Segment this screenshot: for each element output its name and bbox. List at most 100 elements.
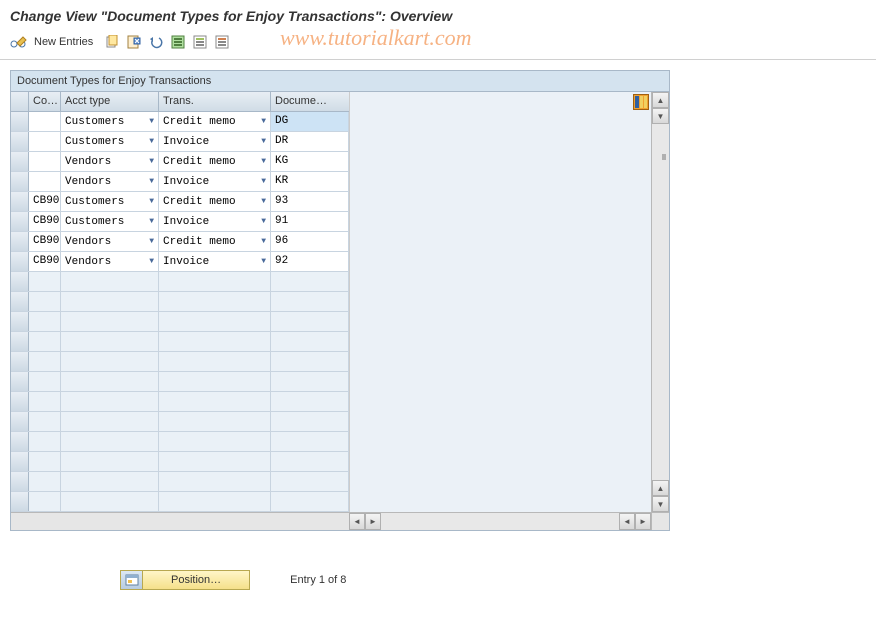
row-selector[interactable]: [11, 172, 29, 191]
table-row-empty[interactable]: [11, 432, 349, 452]
row-selector[interactable]: [11, 132, 29, 151]
table-row-empty[interactable]: [11, 332, 349, 352]
scroll-up-bottom-icon[interactable]: ▲: [652, 480, 669, 496]
cell-trans[interactable]: [159, 352, 271, 371]
cell-trans[interactable]: [159, 472, 271, 491]
table-row-empty[interactable]: [11, 452, 349, 472]
cell-document[interactable]: [271, 332, 349, 351]
cell-trans[interactable]: Invoice▼: [159, 172, 271, 191]
cell-acct-type[interactable]: [61, 452, 159, 471]
position-button[interactable]: Position…: [120, 570, 250, 590]
cell-document[interactable]: [271, 272, 349, 291]
row-selector[interactable]: [11, 452, 29, 471]
scroll-up-icon[interactable]: ▲: [652, 92, 669, 108]
cell-trans[interactable]: [159, 432, 271, 451]
column-header-trans[interactable]: Trans.: [159, 92, 271, 111]
cell-document[interactable]: KR: [271, 172, 349, 191]
cell-acct-type[interactable]: [61, 392, 159, 411]
table-row[interactable]: Vendors▼Credit memo▼KG: [11, 152, 349, 172]
cell-acct-type[interactable]: Customers▼: [61, 212, 159, 231]
cell-document[interactable]: [271, 452, 349, 471]
cell-trans[interactable]: [159, 272, 271, 291]
cell-co[interactable]: [29, 112, 61, 131]
row-selector[interactable]: [11, 152, 29, 171]
undo-icon[interactable]: [147, 33, 165, 51]
table-row-empty[interactable]: [11, 272, 349, 292]
cell-co[interactable]: [29, 172, 61, 191]
cell-co[interactable]: [29, 292, 61, 311]
cell-document[interactable]: [271, 372, 349, 391]
row-selector[interactable]: [11, 292, 29, 311]
cell-co[interactable]: [29, 272, 61, 291]
cell-co[interactable]: CB90: [29, 252, 61, 271]
cell-co[interactable]: [29, 432, 61, 451]
cell-acct-type[interactable]: [61, 432, 159, 451]
cell-acct-type[interactable]: Customers▼: [61, 192, 159, 211]
table-row[interactable]: CB90Vendors▼Invoice▼92: [11, 252, 349, 272]
cell-acct-type[interactable]: [61, 332, 159, 351]
cell-co[interactable]: [29, 152, 61, 171]
cell-co[interactable]: CB90: [29, 192, 61, 211]
table-row-empty[interactable]: [11, 472, 349, 492]
column-header-document[interactable]: Docume…: [271, 92, 349, 111]
cell-trans[interactable]: Invoice▼: [159, 132, 271, 151]
scroll-right-small-icon[interactable]: ►: [365, 513, 381, 530]
new-entries-button[interactable]: New Entries: [32, 36, 99, 48]
cell-trans[interactable]: Invoice▼: [159, 252, 271, 271]
cell-acct-type[interactable]: Vendors▼: [61, 232, 159, 251]
cell-acct-type[interactable]: Vendors▼: [61, 152, 159, 171]
scroll-right-icon[interactable]: ►: [635, 513, 651, 530]
row-selector[interactable]: [11, 252, 29, 271]
cell-document[interactable]: [271, 472, 349, 491]
copy-icon[interactable]: [103, 33, 121, 51]
cell-trans[interactable]: Credit memo▼: [159, 152, 271, 171]
row-selector[interactable]: [11, 312, 29, 331]
table-row-empty[interactable]: [11, 392, 349, 412]
horizontal-scrollbar[interactable]: ◄ ► ◄ ►: [11, 512, 669, 530]
cell-co[interactable]: [29, 452, 61, 471]
configure-columns-icon[interactable]: [633, 94, 649, 110]
cell-document[interactable]: [271, 432, 349, 451]
cell-co[interactable]: [29, 132, 61, 151]
table-row[interactable]: CB90Customers▼Credit memo▼93: [11, 192, 349, 212]
table-row-empty[interactable]: [11, 492, 349, 512]
cell-co[interactable]: [29, 352, 61, 371]
scrollbar-track[interactable]: [652, 124, 669, 480]
cell-co[interactable]: CB90: [29, 212, 61, 231]
cell-document[interactable]: [271, 492, 349, 511]
cell-trans[interactable]: Credit memo▼: [159, 192, 271, 211]
scroll-left-end-icon[interactable]: ◄: [619, 513, 635, 530]
cell-acct-type[interactable]: [61, 412, 159, 431]
cell-acct-type[interactable]: [61, 352, 159, 371]
cell-trans[interactable]: [159, 412, 271, 431]
hscroll-track[interactable]: [381, 513, 619, 530]
row-selector[interactable]: [11, 212, 29, 231]
cell-document[interactable]: DG: [271, 112, 349, 131]
cell-co[interactable]: [29, 472, 61, 491]
glasses-pencil-icon[interactable]: [10, 33, 28, 51]
row-selector[interactable]: [11, 332, 29, 351]
table-row-empty[interactable]: [11, 372, 349, 392]
column-selector[interactable]: [11, 92, 29, 111]
cell-acct-type[interactable]: [61, 372, 159, 391]
cell-acct-type[interactable]: Customers▼: [61, 112, 159, 131]
cell-trans[interactable]: [159, 492, 271, 511]
table-row[interactable]: Vendors▼Invoice▼KR: [11, 172, 349, 192]
cell-document[interactable]: 96: [271, 232, 349, 251]
cell-document[interactable]: [271, 352, 349, 371]
cell-co[interactable]: [29, 312, 61, 331]
row-selector[interactable]: [11, 272, 29, 291]
row-selector[interactable]: [11, 392, 29, 411]
row-selector[interactable]: [11, 472, 29, 491]
cell-document[interactable]: [271, 312, 349, 331]
cell-co[interactable]: CB90: [29, 232, 61, 251]
cell-acct-type[interactable]: [61, 492, 159, 511]
table-row[interactable]: CB90Vendors▼Credit memo▼96: [11, 232, 349, 252]
cell-trans[interactable]: Credit memo▼: [159, 232, 271, 251]
row-selector[interactable]: [11, 192, 29, 211]
cell-document[interactable]: [271, 292, 349, 311]
cell-trans[interactable]: [159, 292, 271, 311]
deselect-all-icon[interactable]: [213, 33, 231, 51]
cell-acct-type[interactable]: [61, 272, 159, 291]
cell-document[interactable]: 93: [271, 192, 349, 211]
